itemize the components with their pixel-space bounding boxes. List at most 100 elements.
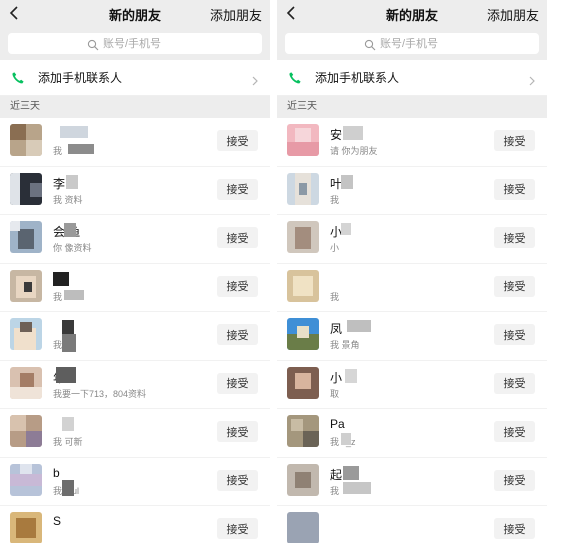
avatar bbox=[10, 318, 42, 350]
accept-button[interactable]: 接受 bbox=[217, 275, 258, 297]
add-phone-contacts-item[interactable]: 添加手机联系人 bbox=[277, 60, 547, 96]
accept-button[interactable]: 接受 bbox=[494, 372, 535, 394]
accept-button[interactable]: 接受 bbox=[494, 518, 535, 539]
redaction-block bbox=[343, 481, 371, 494]
accept-button[interactable]: 接受 bbox=[494, 178, 535, 200]
avatar bbox=[287, 124, 319, 156]
row-name: b bbox=[53, 465, 60, 480]
avatar bbox=[10, 269, 42, 302]
accept-button[interactable]: 接受 bbox=[217, 227, 258, 248]
back-button[interactable] bbox=[6, 4, 24, 22]
accept-button[interactable]: 接受 bbox=[494, 421, 535, 442]
friend-request-row[interactable]: 安 请 你为朋友 接受 bbox=[277, 118, 547, 167]
back-button[interactable] bbox=[283, 4, 301, 22]
redaction-block bbox=[341, 174, 353, 189]
section-header: 近三天 bbox=[277, 96, 547, 118]
chevron-right-icon bbox=[527, 73, 537, 85]
friend-request-row[interactable]: 小 小 接受 bbox=[277, 215, 547, 264]
row-message: 取 bbox=[330, 388, 340, 399]
avatar bbox=[287, 463, 319, 496]
row-message: 我 景角 bbox=[330, 340, 360, 350]
row-name: 李 bbox=[53, 176, 66, 191]
redaction-block bbox=[347, 320, 371, 332]
redaction-block bbox=[343, 126, 363, 140]
chevron-left-icon bbox=[286, 6, 295, 20]
add-phone-contacts-label: 添加手机联系人 bbox=[38, 71, 123, 85]
accept-button[interactable]: 接受 bbox=[494, 130, 535, 151]
friend-request-list: 我 接受 李 我 资料 接受 会 鱼 你 像资料 接受 我 - 接受 bbox=[0, 118, 270, 543]
redaction-block bbox=[341, 433, 351, 445]
avatar bbox=[10, 172, 42, 205]
accept-button[interactable]: 接受 bbox=[217, 324, 258, 345]
friend-request-row[interactable]: S 接受 bbox=[0, 506, 270, 543]
redaction-block bbox=[343, 465, 359, 480]
avatar bbox=[10, 463, 42, 496]
row-message: 请 你为朋友 bbox=[330, 146, 378, 156]
friend-request-row[interactable]: 小 取 接受 bbox=[277, 361, 547, 409]
top-bar: 新的朋友 添加朋友 bbox=[0, 0, 270, 26]
friend-request-row[interactable]: 叶 我 接受 bbox=[277, 167, 547, 215]
phone-icon bbox=[10, 70, 26, 86]
redaction-block bbox=[62, 334, 76, 352]
avatar bbox=[287, 318, 319, 350]
search-box[interactable] bbox=[285, 33, 539, 54]
add-friend-button[interactable]: 添加朋友 bbox=[210, 5, 262, 24]
add-phone-contacts-label: 添加手机联系人 bbox=[315, 71, 400, 85]
accept-button[interactable]: 接受 bbox=[494, 227, 535, 248]
accept-button[interactable]: 接受 bbox=[494, 469, 535, 491]
avatar bbox=[10, 366, 42, 399]
row-message: 我 bbox=[330, 194, 340, 205]
row-name: 起 bbox=[330, 467, 343, 482]
friend-request-row[interactable]: b 我 aful 接受 bbox=[0, 458, 270, 506]
friend-request-list: 安 请 你为朋友 接受 叶 我 接受 小 小 接受 我 接受 凤 我 景角 接受… bbox=[277, 118, 547, 543]
friend-request-row[interactable]: 我 接受 bbox=[0, 118, 270, 167]
add-friend-button[interactable]: 添加朋友 bbox=[487, 5, 539, 24]
friend-request-row[interactable]: 我 接受 bbox=[277, 264, 547, 312]
search-icon bbox=[87, 38, 99, 50]
redaction-block bbox=[60, 126, 88, 138]
friend-request-row[interactable]: Pa 我 s_z 接受 bbox=[277, 409, 547, 458]
search-input[interactable] bbox=[103, 37, 183, 50]
new-friends-panel-left: 新的朋友 添加朋友 添加手机联系人 近三天 我 接受 李 bbox=[0, 0, 270, 543]
friend-request-row[interactable]: 我 留 接受 bbox=[0, 312, 270, 361]
redaction-block bbox=[62, 320, 74, 334]
row-name: Pa bbox=[330, 417, 345, 431]
accept-button[interactable]: 接受 bbox=[217, 469, 258, 491]
friend-request-row[interactable]: 年 我要一下713，804资料 接受 bbox=[0, 361, 270, 409]
friend-request-row[interactable]: 起 我 接受 bbox=[277, 458, 547, 506]
search-input[interactable] bbox=[380, 37, 460, 50]
row-message: 我要一下713，804资料 bbox=[53, 388, 147, 399]
new-friends-panel-right: 新的朋友 添加朋友 添加手机联系人 近三天 安 请 你为朋友 接受 叶 bbox=[277, 0, 547, 543]
accept-button[interactable]: 接受 bbox=[217, 130, 258, 151]
row-name: 小 bbox=[330, 370, 343, 385]
accept-button[interactable]: 接受 bbox=[217, 178, 258, 200]
accept-button[interactable]: 接受 bbox=[217, 421, 258, 442]
row-name: 凤 bbox=[330, 322, 343, 336]
row-message: 我 bbox=[330, 291, 340, 302]
friend-request-row[interactable]: 接受 bbox=[277, 506, 547, 543]
row-message: 我 可新 bbox=[53, 437, 83, 447]
avatar bbox=[287, 415, 319, 447]
friend-request-row[interactable]: 凤 我 景角 接受 bbox=[277, 312, 547, 361]
friend-request-row[interactable]: 我 可新 接受 bbox=[0, 409, 270, 458]
add-phone-contacts-item[interactable]: 添加手机联系人 bbox=[0, 60, 270, 96]
accept-button[interactable]: 接受 bbox=[494, 275, 535, 297]
redaction-block bbox=[62, 417, 74, 431]
friend-request-row[interactable]: 李 我 资料 接受 bbox=[0, 167, 270, 215]
search-box[interactable] bbox=[8, 33, 262, 54]
redaction-block bbox=[341, 223, 351, 235]
avatar bbox=[287, 221, 319, 253]
accept-button[interactable]: 接受 bbox=[217, 372, 258, 394]
accept-button[interactable]: 接受 bbox=[217, 518, 258, 539]
search-bar bbox=[277, 26, 547, 60]
row-message: 我 bbox=[53, 146, 63, 156]
accept-button[interactable]: 接受 bbox=[494, 324, 535, 345]
chevron-left-icon bbox=[9, 6, 18, 20]
friend-request-row[interactable]: 我 - 接受 bbox=[0, 264, 270, 312]
redaction-block bbox=[64, 289, 84, 300]
redaction-block bbox=[64, 223, 76, 237]
row-name: S bbox=[53, 514, 62, 528]
avatar bbox=[287, 366, 319, 399]
friend-request-row[interactable]: 会 鱼 你 像资料 接受 bbox=[0, 215, 270, 264]
search-bar bbox=[0, 26, 270, 60]
